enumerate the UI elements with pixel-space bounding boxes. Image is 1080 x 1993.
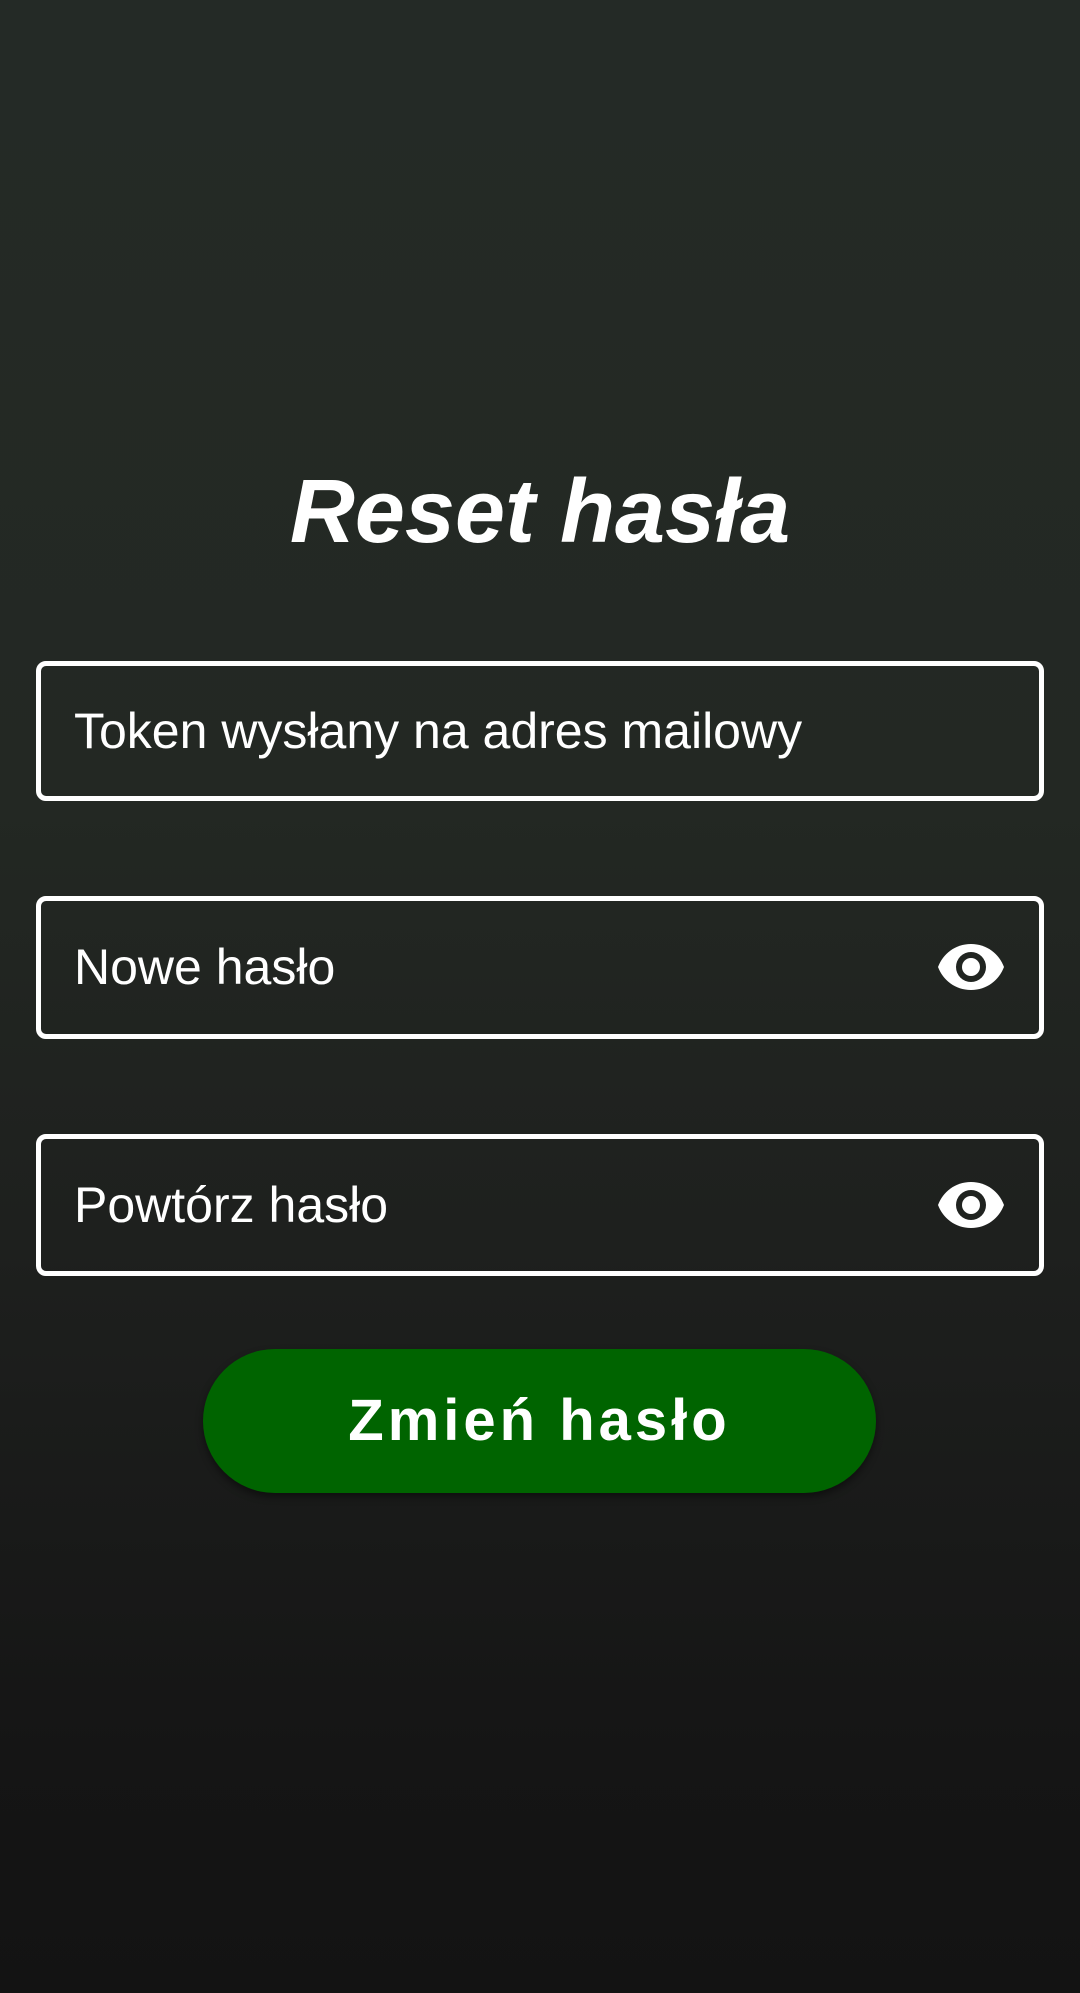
token-field-placeholder: Token wysłany na adres mailowy bbox=[74, 703, 803, 759]
eye-icon[interactable] bbox=[937, 1178, 1005, 1232]
repeat-password-placeholder: Powtórz hasło bbox=[74, 1177, 389, 1233]
new-password-field[interactable]: Nowe hasło bbox=[36, 896, 1044, 1039]
repeat-password-field[interactable]: Powtórz hasło bbox=[36, 1134, 1044, 1276]
change-password-button[interactable]: Zmień hasło bbox=[203, 1349, 876, 1493]
new-password-placeholder: Nowe hasło bbox=[74, 939, 336, 995]
token-field[interactable]: Token wysłany na adres mailowy bbox=[36, 661, 1044, 801]
eye-icon[interactable] bbox=[937, 940, 1005, 994]
reset-password-screen: Reset hasła Token wysłany na adres mailo… bbox=[0, 0, 1080, 1993]
page-title: Reset hasła bbox=[289, 462, 791, 562]
